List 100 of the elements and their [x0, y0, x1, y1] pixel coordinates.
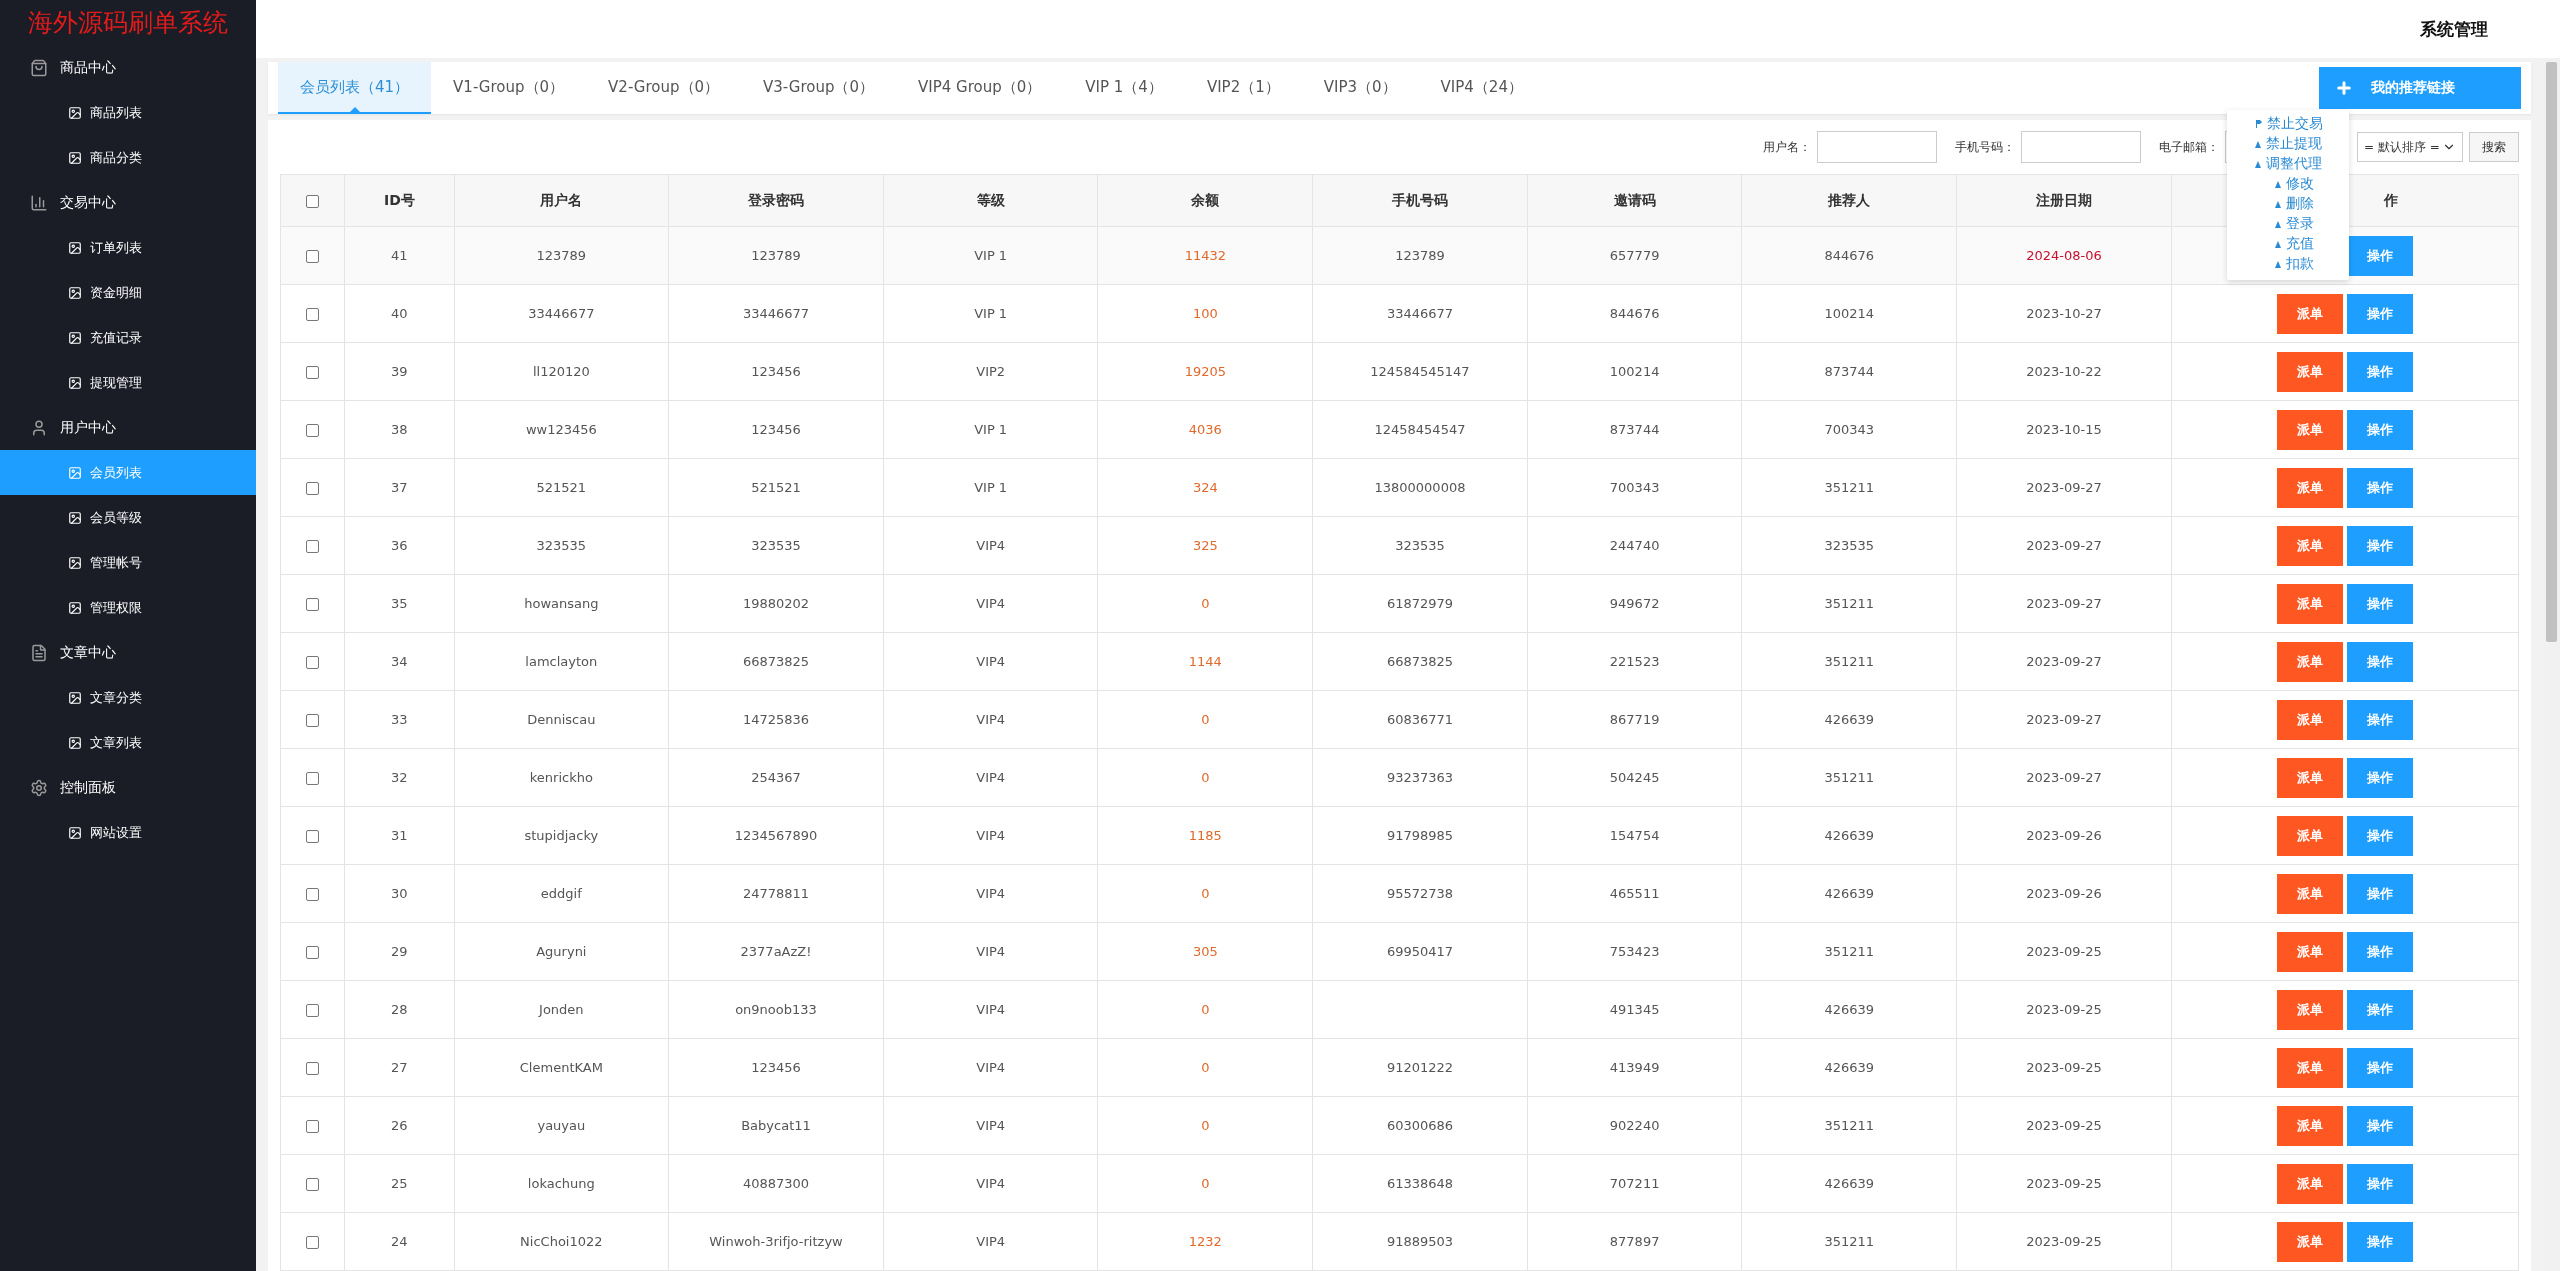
operate-button[interactable]: 操作 [2346, 641, 2413, 682]
menu-item[interactable]: 禁止交易 [2227, 114, 2349, 134]
sidebar-item[interactable]: 提现管理 [0, 360, 256, 405]
menu-item[interactable]: 禁止提现 [2227, 134, 2349, 154]
operate-button[interactable]: 操作 [2346, 525, 2413, 566]
header-title[interactable]: 系统管理 [2420, 17, 2488, 41]
menu-item[interactable]: 扣款 [2227, 254, 2349, 274]
checkbox[interactable] [306, 946, 320, 959]
sidebar-item[interactable]: 会员等级 [0, 495, 256, 540]
sidebar-item[interactable]: 商品列表 [0, 90, 256, 135]
tab[interactable]: 会员列表（41） [278, 62, 432, 114]
operate-button[interactable]: 操作 [2346, 757, 2413, 798]
sidebar-item[interactable]: 管理帐号 [0, 540, 256, 585]
checkbox[interactable] [306, 830, 320, 843]
operate-button[interactable]: 操作 [2346, 293, 2413, 334]
dispatch-button[interactable]: 派单 [2276, 873, 2343, 914]
tab[interactable]: VIP4（24） [1418, 62, 1545, 114]
checkbox[interactable] [306, 656, 320, 669]
sidebar-item[interactable]: 文章分类 [0, 675, 256, 720]
operate-button[interactable]: 操作 [2346, 351, 2413, 392]
checkbox[interactable] [306, 598, 320, 611]
operate-button[interactable]: 操作 [2346, 815, 2413, 856]
operate-button[interactable]: 操作 [2346, 1105, 2413, 1146]
table-cell: Aguryni [454, 922, 669, 981]
tab[interactable]: VIP3（0） [1301, 62, 1419, 114]
operate-button[interactable]: 操作 [2346, 235, 2413, 276]
sidebar-item[interactable]: 管理权限 [0, 585, 256, 630]
dispatch-button[interactable]: 派单 [2276, 409, 2343, 450]
dispatch-button[interactable]: 派单 [2276, 1105, 2343, 1146]
referral-link-button[interactable]: 我的推荐链接 [2319, 67, 2521, 109]
checkbox[interactable] [306, 1236, 320, 1249]
dispatch-button[interactable]: 派单 [2276, 989, 2343, 1030]
operate-button[interactable]: 操作 [2346, 873, 2413, 914]
dispatch-button[interactable]: 派单 [2276, 293, 2343, 334]
checkbox[interactable] [306, 714, 320, 727]
sidebar-item[interactable]: 文章列表 [0, 720, 256, 765]
table-cell: Winwoh-3rifjo-ritzyw [668, 1212, 884, 1271]
sidebar-item[interactable]: 商品分类 [0, 135, 256, 180]
dispatch-button[interactable]: 派单 [2276, 351, 2343, 392]
checkbox[interactable] [306, 540, 320, 553]
table-cell: 2377aAzZ! [668, 922, 884, 981]
dispatch-button[interactable]: 派单 [2276, 931, 2343, 972]
tab[interactable]: VIP 1（4） [1063, 62, 1185, 114]
checkbox[interactable] [306, 424, 320, 437]
dispatch-button[interactable]: 派单 [2276, 641, 2343, 682]
sidebar-group[interactable]: 控制面板 [0, 765, 256, 810]
checkbox[interactable] [306, 195, 320, 208]
table-cell: 2023-09-25 [1956, 922, 2172, 981]
dispatch-button[interactable]: 派单 [2276, 583, 2343, 624]
sidebar-item[interactable]: 网站设置 [0, 810, 256, 855]
operate-button[interactable]: 操作 [2346, 467, 2413, 508]
menu-item[interactable]: 删除 [2227, 194, 2349, 214]
operate-button[interactable]: 操作 [2346, 931, 2413, 972]
checkbox[interactable] [306, 888, 320, 901]
tab[interactable]: VIP2（1） [1184, 62, 1302, 114]
dispatch-button[interactable]: 派单 [2276, 815, 2343, 856]
table-cell: VIP2 [883, 342, 1098, 401]
checkbox[interactable] [306, 1004, 320, 1017]
tab[interactable]: V1-Group（0） [431, 62, 587, 114]
dispatch-button[interactable]: 派单 [2276, 525, 2343, 566]
dispatch-button[interactable]: 派单 [2276, 1047, 2343, 1088]
operate-button[interactable]: 操作 [2346, 1163, 2413, 1204]
checkbox[interactable] [306, 366, 320, 379]
checkbox[interactable] [306, 1062, 320, 1075]
checkbox[interactable] [306, 1120, 320, 1133]
menu-item[interactable]: 调整代理 [2227, 154, 2349, 174]
operate-button[interactable]: 操作 [2346, 699, 2413, 740]
dispatch-button[interactable]: 派单 [2276, 467, 2343, 508]
operate-button[interactable]: 操作 [2346, 1047, 2413, 1088]
checkbox[interactable] [306, 308, 320, 321]
sidebar-item[interactable]: 会员列表 [0, 450, 256, 495]
sidebar-group[interactable]: 用户中心 [0, 405, 256, 450]
operate-button[interactable]: 操作 [2346, 583, 2413, 624]
search-button[interactable]: 搜索 [2469, 132, 2519, 162]
menu-item[interactable]: 充值 [2227, 234, 2349, 254]
operate-button[interactable]: 操作 [2346, 989, 2413, 1030]
sidebar-group[interactable]: 交易中心 [0, 180, 256, 225]
filter-field[interactable] [1817, 131, 1937, 163]
dispatch-button[interactable]: 派单 [2276, 757, 2343, 798]
dispatch-button[interactable]: 派单 [2276, 699, 2343, 740]
dispatch-button[interactable]: 派单 [2276, 1163, 2343, 1204]
sort-select[interactable]: = 默认排序 = [2357, 132, 2463, 162]
sidebar-group[interactable]: 商品中心 [0, 45, 256, 90]
tab[interactable]: V2-Group（0） [586, 62, 742, 114]
sidebar-item[interactable]: 资金明细 [0, 270, 256, 315]
operate-button[interactable]: 操作 [2346, 409, 2413, 450]
menu-item[interactable]: 修改 [2227, 174, 2349, 194]
table-cell: 100214 [1741, 284, 1957, 343]
checkbox[interactable] [306, 772, 320, 785]
sidebar-group[interactable]: 文章中心 [0, 630, 256, 675]
sidebar-item[interactable]: 订单列表 [0, 225, 256, 270]
checkbox[interactable] [306, 1178, 320, 1191]
filter-field[interactable] [2021, 131, 2141, 163]
operate-button[interactable]: 操作 [2346, 1221, 2413, 1262]
sidebar-item[interactable]: 充值记录 [0, 315, 256, 360]
checkbox[interactable] [306, 250, 320, 263]
dispatch-button[interactable]: 派单 [2276, 1221, 2343, 1262]
checkbox[interactable] [306, 482, 320, 495]
tab[interactable]: VIP4 Group（0） [896, 62, 1064, 114]
tab[interactable]: V3-Group（0） [741, 62, 897, 114]
